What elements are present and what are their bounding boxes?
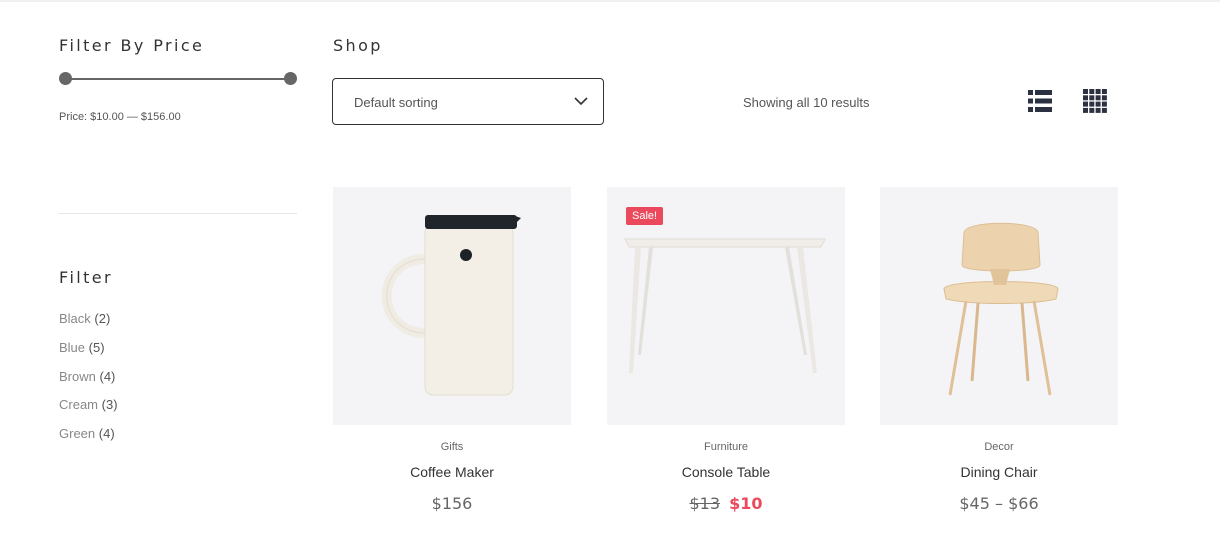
filter-item-green[interactable]: Green (4) [59, 426, 118, 455]
list-view-icon[interactable] [1028, 89, 1052, 113]
sort-dropdown[interactable]: Default sorting [332, 78, 604, 125]
product-name[interactable]: Dining Chair [880, 464, 1118, 482]
product-category: Furniture [703, 441, 749, 453]
filter-title: Filter [59, 268, 114, 287]
top-border [0, 0, 1220, 2]
original-price: $13 [689, 494, 721, 513]
filter-item-brown[interactable]: Brown (4) [59, 369, 118, 398]
product-price: $45 – $66 [959, 494, 1039, 513]
chevron-down-icon [574, 97, 588, 106]
product-category: Decor [984, 441, 1014, 453]
filter-item-black[interactable]: Black (2) [59, 311, 118, 340]
product-image[interactable] [333, 187, 571, 425]
product-category: Gifts [440, 441, 464, 453]
product-card-console-table[interactable]: Sale! Furniture Console Table $13 $10 [607, 187, 845, 513]
product-image[interactable]: Sale! [607, 187, 845, 425]
sale-price: $10 [729, 494, 763, 513]
slider-min-handle[interactable] [59, 72, 72, 85]
shop-title: Shop [333, 36, 383, 55]
product-card-dining-chair[interactable]: Decor Dining Chair $45 – $66 [880, 187, 1118, 513]
color-filter-list: Black (2) Blue (5) Brown (4) Cream (3) G… [59, 311, 118, 455]
coffee-maker-image [381, 215, 521, 396]
sort-selected-value: Default sorting [354, 95, 438, 110]
product-card-coffee-maker[interactable]: Gifts Coffee Maker $156 [333, 187, 571, 513]
sale-badge: Sale! [626, 207, 664, 225]
slider-track [65, 78, 291, 80]
filter-item-blue[interactable]: Blue (5) [59, 340, 118, 369]
price-range-text: Price: $10.00 — $156.00 [59, 111, 181, 123]
result-count: Showing all 10 results [743, 95, 870, 110]
sidebar-divider [59, 213, 297, 214]
product-name[interactable]: Console Table [607, 464, 845, 482]
dining-chair-image [943, 222, 1059, 396]
slider-max-handle[interactable] [284, 72, 297, 85]
product-price: $156 [431, 494, 473, 513]
product-price: $13 $10 [607, 494, 845, 513]
grid-view-icon[interactable] [1083, 89, 1107, 113]
filter-item-cream[interactable]: Cream (3) [59, 397, 118, 426]
price-range-slider[interactable] [59, 72, 297, 86]
product-name[interactable]: Coffee Maker [333, 464, 571, 482]
product-image[interactable] [880, 187, 1118, 425]
price-filter-title: Filter By Price [59, 36, 205, 55]
